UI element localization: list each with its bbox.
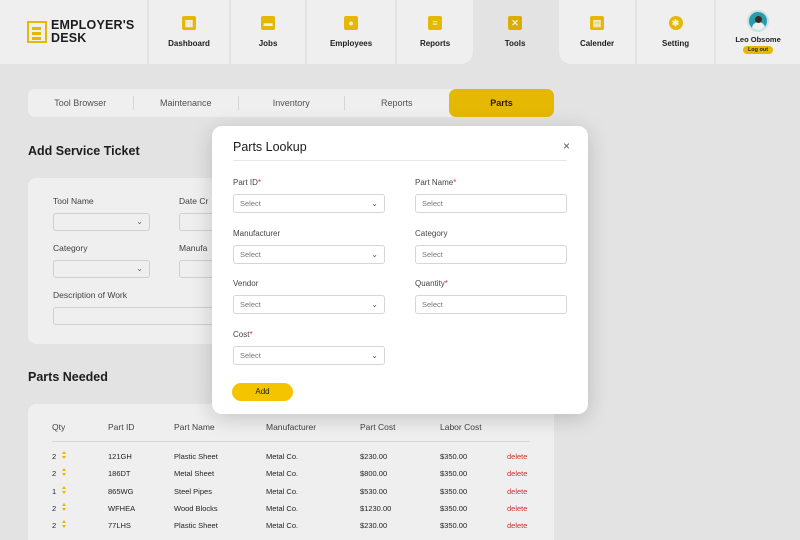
add-button[interactable]: Add: [232, 383, 293, 401]
cost-placeholder: Select: [240, 351, 261, 360]
cost-label-text: Cost: [233, 330, 250, 339]
close-icon[interactable]: ×: [563, 139, 570, 153]
quantity-label-text: Quantity: [415, 279, 445, 288]
vendor-label: Vendor: [233, 279, 258, 288]
part-name-label: Part Name*: [415, 178, 456, 187]
manufacturer-select[interactable]: Select ⌄: [233, 245, 385, 264]
parts-lookup-dialog: Parts Lookup × Part ID* Select ⌄ Part Nam…: [212, 126, 588, 414]
cost-select[interactable]: Select ⌄: [233, 346, 385, 365]
quantity-placeholder: Select: [422, 300, 443, 309]
chevron-down-icon: ⌄: [371, 351, 378, 360]
chevron-down-icon: ⌄: [371, 300, 378, 309]
required-mark: *: [249, 330, 253, 339]
quantity-label: Quantity*: [415, 279, 448, 288]
part-name-field[interactable]: Select: [415, 194, 567, 213]
quantity-field[interactable]: Select: [415, 295, 567, 314]
manufacturer-label-text: Manufacturer: [233, 229, 281, 238]
chevron-down-icon: ⌄: [371, 250, 378, 259]
dialog-title: Parts Lookup: [233, 140, 307, 154]
manufacturer-placeholder: Select: [240, 250, 261, 259]
vendor-label-text: Vendor: [233, 279, 259, 288]
required-mark: *: [444, 279, 448, 288]
cost-label: Cost*: [233, 330, 253, 339]
part-id-label: Part ID*: [233, 178, 261, 187]
category-placeholder: Select: [422, 250, 443, 259]
part-name-placeholder: Select: [422, 199, 443, 208]
required-mark: *: [257, 178, 262, 187]
vendor-placeholder: Select: [240, 300, 261, 309]
vendor-select[interactable]: Select ⌄: [233, 295, 385, 314]
part-id-select[interactable]: Select ⌄: [233, 194, 385, 213]
dialog-divider: [233, 160, 567, 161]
manufacturer-label: Manufacturer: [233, 229, 280, 238]
category-field[interactable]: Select: [415, 245, 567, 264]
part-id-label-text: Part ID: [233, 178, 258, 187]
chevron-down-icon: ⌄: [371, 199, 378, 208]
part-id-placeholder: Select: [240, 199, 261, 208]
category-label-text: Category: [415, 229, 448, 238]
category-label: Category: [415, 229, 447, 238]
required-mark: *: [453, 178, 457, 187]
part-name-label-text: Part Name: [415, 178, 454, 187]
